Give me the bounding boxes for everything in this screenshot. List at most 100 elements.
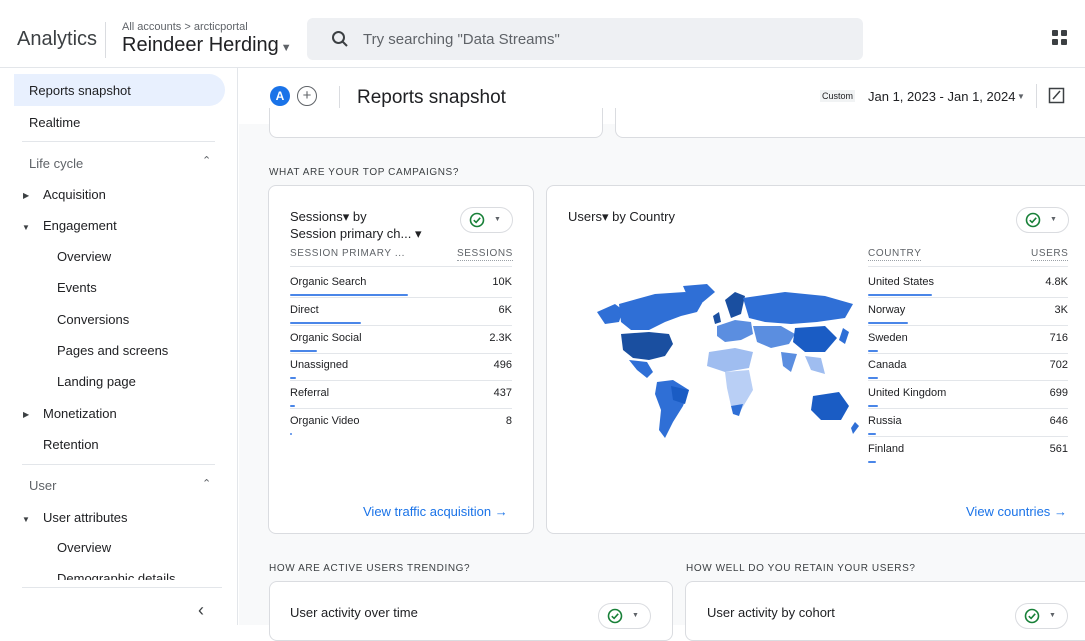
insights-pill[interactable]: ▼	[460, 207, 513, 233]
expand-arrow-icon[interactable]: ▶	[23, 191, 29, 200]
table-row-label[interactable]: Finland	[868, 443, 904, 455]
world-map[interactable]	[585, 282, 865, 447]
share-bar	[868, 460, 876, 463]
collapse-sidebar-icon[interactable]: ‹	[198, 600, 204, 621]
table-row-value: 2.3K	[489, 331, 512, 344]
chevron-down-icon: ▼	[1050, 216, 1057, 223]
date-preset-chip[interactable]: Custom	[820, 90, 856, 102]
insights-pill[interactable]: ▼	[1015, 603, 1068, 629]
sidebar-item-pages-and-screens[interactable]: Pages and screens	[57, 343, 168, 358]
customize-report-icon[interactable]	[1048, 86, 1066, 104]
table-row-label[interactable]: Unassigned	[290, 359, 348, 371]
divider	[290, 324, 512, 326]
insights-pill[interactable]: ▼	[598, 603, 651, 629]
check-circle-icon	[469, 212, 485, 228]
table-row-label[interactable]: United Kingdom	[868, 387, 946, 399]
view-traffic-acquisition-link[interactable]: View traffic acquisition →	[363, 504, 508, 519]
map-region-africa-north	[707, 348, 753, 372]
analytics-logo[interactable]: Analytics	[17, 28, 97, 51]
search-bar[interactable]: Try searching "Data Streams"	[307, 18, 863, 60]
divider	[1036, 84, 1037, 108]
date-range-picker[interactable]: Jan 1, 2023 - Jan 1, 2024	[868, 89, 1015, 104]
account-breadcrumb[interactable]: All accounts > arcticportal	[122, 21, 248, 33]
table-row-value: 8	[505, 415, 512, 427]
sidebar-item-engagement[interactable]: Engagement	[43, 218, 117, 233]
sidebar-item-acquisition[interactable]: Acquisition	[43, 187, 106, 202]
sidebar-item-realtime[interactable]: Realtime	[29, 115, 80, 130]
arrow-right-icon: →	[494, 504, 508, 519]
dimension-selector[interactable]: Session primary ch... ▾	[290, 225, 422, 242]
sidebar-item-landing-page[interactable]: Landing page	[57, 374, 136, 389]
divider	[339, 86, 340, 108]
chevron-up-icon[interactable]: ⌃	[202, 154, 211, 167]
check-circle-icon	[1025, 212, 1041, 228]
sidebar-item-retention[interactable]: Retention	[43, 437, 99, 452]
divider	[868, 408, 1068, 410]
table-row-label[interactable]: Canada	[868, 359, 907, 371]
sidebar-item-user-overview[interactable]: Overview	[57, 540, 111, 555]
comparison-avatar[interactable]: A	[270, 86, 290, 106]
sidebar-item-conversions[interactable]: Conversions	[57, 312, 129, 327]
column-header-sessions[interactable]: SESSIONS	[457, 248, 513, 261]
share-bar	[290, 321, 361, 324]
sidebar-item-user-attributes[interactable]: User attributes	[43, 510, 128, 525]
sidebar-item-monetization[interactable]: Monetization	[43, 406, 117, 421]
section-user[interactable]: User	[29, 478, 56, 493]
share-bar	[290, 294, 408, 296]
table-row-value: 437	[493, 387, 512, 400]
expand-arrow-icon[interactable]: ▶	[23, 410, 29, 419]
table-row-label[interactable]: Organic Search	[290, 276, 366, 288]
property-selector[interactable]: Reindeer Herding ▼	[122, 34, 292, 57]
divider	[868, 324, 1068, 326]
table-row-label[interactable]: Russia	[868, 415, 902, 427]
divider	[22, 464, 215, 465]
divider	[290, 408, 512, 410]
column-header-country[interactable]: COUNTRY	[868, 248, 922, 261]
search-placeholder: Try searching "Data Streams"	[363, 31, 560, 48]
table-row-value: 3K	[1054, 303, 1068, 316]
sidebar-item-demographic-details[interactable]: Demographic details	[57, 571, 176, 580]
check-circle-icon	[607, 608, 623, 624]
table-row-value: 10K	[492, 276, 512, 288]
share-bar	[868, 405, 878, 408]
arrow-right-icon: →	[1053, 504, 1067, 519]
divider	[22, 141, 215, 142]
table-row-value: 699	[1049, 387, 1068, 400]
table-row-label[interactable]: Organic Social	[290, 332, 362, 344]
insights-pill[interactable]: ▼	[1016, 207, 1069, 233]
collapse-arrow-icon[interactable]: ▼	[22, 223, 30, 232]
chevron-down-icon[interactable]: ▼	[1017, 92, 1025, 101]
column-header-dimension: SESSION PRIMARY ...	[290, 248, 405, 259]
users-by-country-selector[interactable]: Users▾ by Country	[568, 208, 675, 225]
table-row-label[interactable]: Organic Video	[290, 415, 360, 427]
map-region-se-asia	[805, 356, 825, 374]
table-row-label[interactable]: Sweden	[868, 332, 908, 344]
share-bar	[290, 349, 318, 352]
map-region-africa-south	[725, 370, 753, 410]
property-name: Reindeer Herding	[122, 34, 279, 56]
divider	[868, 380, 1068, 382]
divider	[868, 352, 1068, 354]
sidebar-item-label: Reports snapshot	[29, 83, 131, 98]
table-row-label[interactable]: Direct	[290, 304, 319, 316]
table-row-label[interactable]: Referral	[290, 387, 329, 399]
page-title: Reports snapshot	[357, 87, 506, 108]
table-row-label[interactable]: Norway	[868, 304, 905, 316]
sidebar-item-reports-snapshot[interactable]: Reports snapshot	[14, 74, 225, 106]
collapse-arrow-icon[interactable]: ▼	[22, 515, 30, 524]
table-row-label[interactable]: United States	[868, 276, 934, 288]
map-region-alaska	[597, 304, 623, 324]
chevron-up-icon[interactable]: ⌃	[202, 477, 211, 490]
sidebar-item-engagement-overview[interactable]: Overview	[57, 249, 111, 264]
table-row-value: 4.8K	[1045, 276, 1068, 288]
map-region-australia	[811, 392, 849, 420]
view-countries-link[interactable]: View countries →	[966, 504, 1067, 519]
divider	[105, 22, 106, 58]
sidebar-item-events[interactable]: Events	[57, 280, 97, 295]
share-bar	[868, 349, 878, 352]
add-comparison-icon[interactable]: +	[297, 86, 317, 106]
map-region-central-asia	[753, 326, 795, 348]
column-header-users[interactable]: USERS	[1031, 248, 1069, 261]
sessions-metric-selector[interactable]: Sessions▾ by	[290, 208, 367, 225]
section-lifecycle[interactable]: Life cycle	[29, 156, 83, 171]
